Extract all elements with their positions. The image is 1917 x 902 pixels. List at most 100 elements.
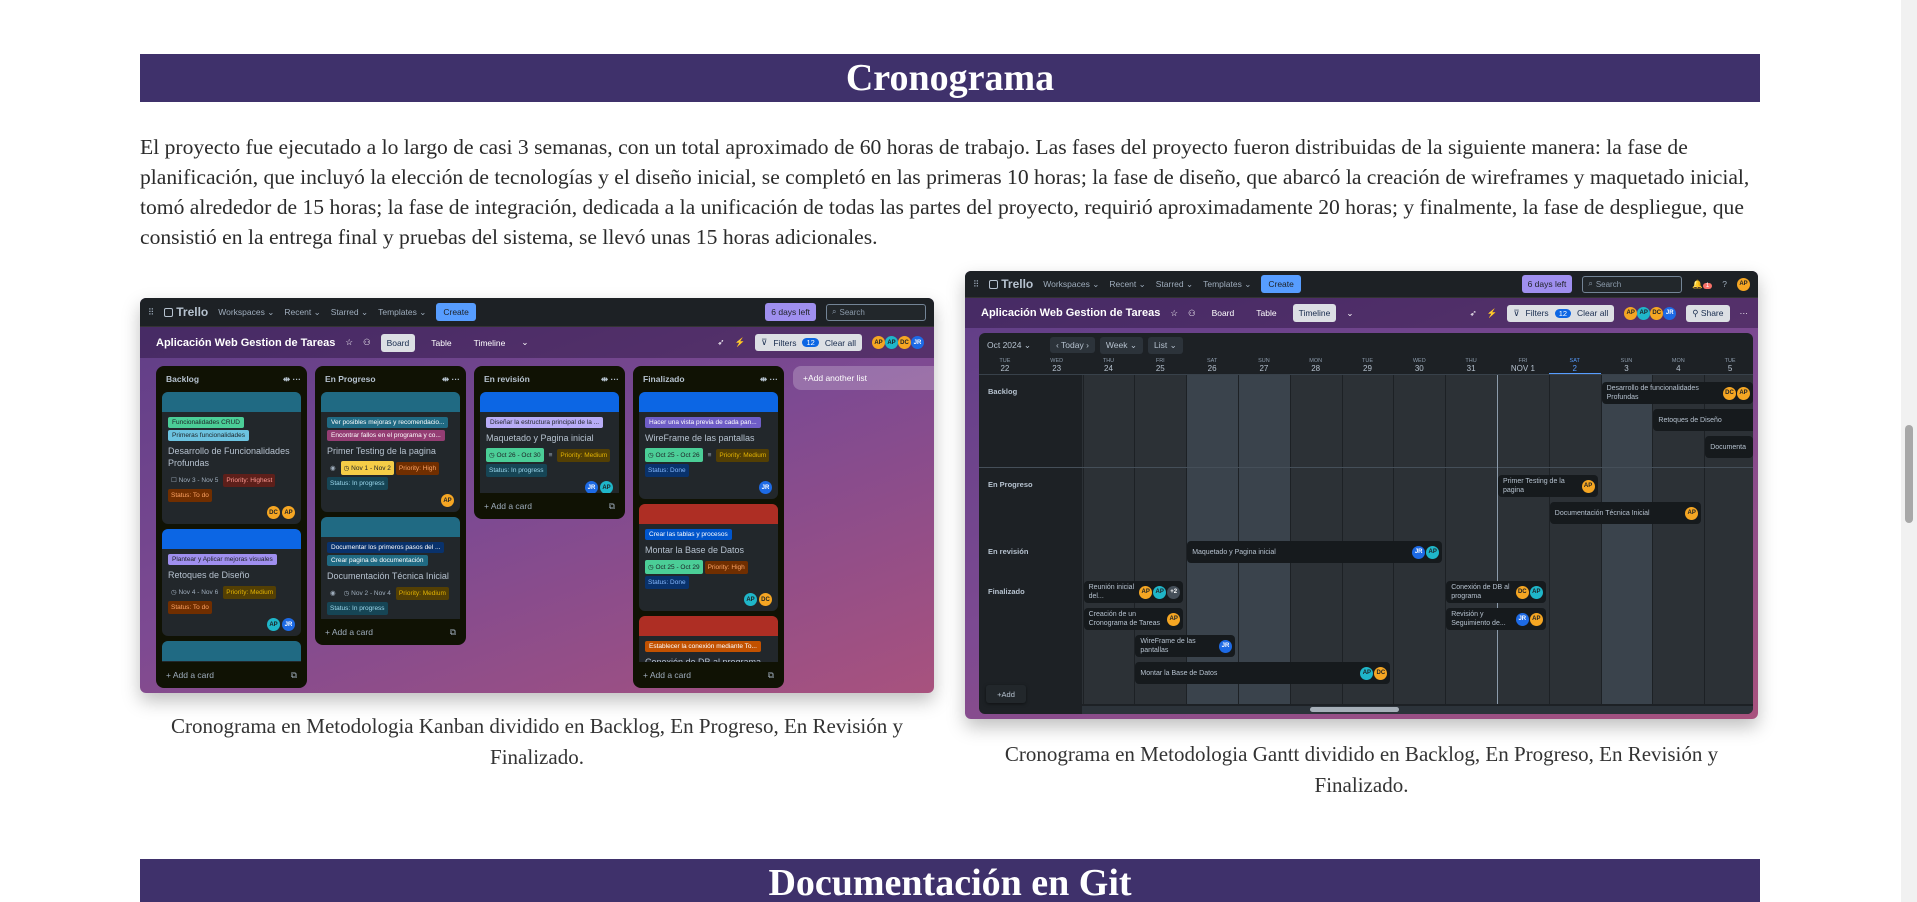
visibility-icon[interactable]: ⚇ <box>363 337 371 348</box>
add-button[interactable]: + Add <box>986 685 1026 703</box>
card[interactable]: Agregar últimos detalles a docume...Docu… <box>162 641 301 662</box>
avatar[interactable]: AP <box>1529 612 1543 626</box>
avatar[interactable]: AP <box>1139 585 1153 599</box>
trello-logo[interactable]: Trello <box>164 305 208 319</box>
view-tab-timeline[interactable]: Timeline <box>468 334 512 352</box>
card-label[interactable]: Ver posibles mejoras y recomendacio... <box>327 417 449 428</box>
collapse-icon[interactable]: ⇹ <box>601 374 610 384</box>
avatar[interactable]: DC <box>898 336 911 349</box>
chevron-down-icon[interactable]: ⌄ <box>521 337 528 348</box>
avatar[interactable]: DC <box>759 593 772 606</box>
card-label[interactable]: Encontrar fallos en el programa y co... <box>327 430 445 441</box>
filters-button[interactable]: ⊽ Filters 12 Clear all <box>1507 304 1615 322</box>
card-title[interactable]: Documentación Técnica Inicial <box>321 568 460 584</box>
card-label[interactable]: Primeras funcionalidades <box>168 430 249 441</box>
menu-workspaces[interactable]: Workspaces ⌄ <box>1043 279 1099 290</box>
avatar[interactable]: DC <box>1515 585 1529 599</box>
chevron-down-icon[interactable]: ⌄ <box>1346 308 1353 319</box>
avatar[interactable]: AP <box>1167 612 1181 626</box>
avatar[interactable]: AP <box>872 336 885 349</box>
timeline-bar[interactable]: Primer Testing de la pagina AP <box>1498 475 1598 497</box>
avatar[interactable]: JR <box>759 481 772 494</box>
avatar[interactable]: DC <box>1374 666 1388 680</box>
clear-all-button[interactable]: Clear all <box>1577 308 1608 318</box>
avatar[interactable]: AP <box>1736 386 1750 400</box>
timeline-bar[interactable]: Retoques de DiseñoAPJR <box>1653 409 1753 431</box>
card-label[interactable]: Crear pagina de documentación <box>327 555 428 566</box>
avatar[interactable]: AP <box>1360 666 1374 680</box>
horizontal-scrollbar[interactable] <box>1082 706 1753 714</box>
add-list-button[interactable]: + Add another list <box>793 366 934 390</box>
card[interactable]: Establecer la conexión mediante To... Con… <box>639 616 778 662</box>
board-members[interactable]: AP AP DC JR <box>1624 306 1677 320</box>
menu-starred[interactable]: Starred ⌄ <box>331 307 368 318</box>
avatar[interactable]: JR <box>585 481 598 493</box>
more-icon[interactable]: ··· <box>611 374 620 384</box>
rocket-icon[interactable]: ➶ <box>717 337 724 348</box>
more-icon[interactable]: ··· <box>293 374 302 384</box>
list-title[interactable]: Backlog <box>166 374 199 384</box>
avatar[interactable]: JR <box>282 618 295 631</box>
rocket-icon[interactable]: ➶ <box>1470 308 1477 319</box>
menu-starred[interactable]: Starred ⌄ <box>1156 279 1193 290</box>
avatar[interactable]: +2 <box>1167 585 1181 599</box>
star-icon[interactable]: ☆ <box>345 337 353 348</box>
timeline-bar[interactable]: Creación de un Cronograma de Tareas AP <box>1083 608 1184 630</box>
collapse-icon[interactable]: ⇹ <box>283 374 292 384</box>
add-card-button[interactable]: + Add a card ⧉ <box>321 619 460 645</box>
timeline-bar[interactable]: Documentación Técnica Inicial AP <box>1549 502 1702 524</box>
add-card-button[interactable]: + Add a card ⧉ <box>162 662 301 688</box>
avatar[interactable]: AP <box>441 494 454 507</box>
today-button[interactable]: Today <box>1061 340 1084 350</box>
board-title[interactable]: Aplicación Web Gestion de Tareas <box>156 337 335 349</box>
group-select[interactable]: List ⌄ <box>1147 336 1183 354</box>
create-button[interactable]: Create <box>1261 275 1301 293</box>
menu-recent[interactable]: Recent ⌄ <box>1109 279 1145 290</box>
filters-button[interactable]: ⊽ Filters 12 Clear all <box>755 334 862 351</box>
view-tab-table[interactable]: Table <box>1250 304 1282 322</box>
avatar[interactable]: AP <box>1737 277 1750 291</box>
star-icon[interactable]: ☆ <box>1170 308 1178 319</box>
avatar[interactable]: AP <box>600 481 613 493</box>
card-title[interactable]: Retoques de Diseño <box>162 567 301 583</box>
timeline-bar[interactable]: Documenta <box>1705 436 1753 458</box>
menu-recent[interactable]: Recent ⌄ <box>284 307 320 318</box>
board-members[interactable]: AP AP DC JR <box>872 336 924 349</box>
avatar[interactable]: DC <box>1722 386 1736 400</box>
automation-icon[interactable]: ⚡ <box>1487 308 1498 319</box>
search-input[interactable]: ⌕ Search <box>1582 275 1683 293</box>
more-icon[interactable]: ··· <box>452 374 461 384</box>
page-scrollbar[interactable] <box>1901 0 1917 902</box>
avatar[interactable]: AP <box>267 618 280 631</box>
more-icon[interactable]: ··· <box>770 374 779 384</box>
add-card-button[interactable]: + Add a card ⧉ <box>639 662 778 688</box>
card-label[interactable]: Hacer una vista previa de cada pan... <box>645 417 761 428</box>
card-title[interactable]: Desarrollo de Funcionalidades Profundas <box>162 443 301 471</box>
card[interactable]: Diseñar la estructura principal de la ..… <box>480 392 619 493</box>
card-title[interactable]: Primer Testing de la pagina <box>321 443 460 459</box>
avatar[interactable]: DC <box>1650 306 1664 320</box>
timeline-bar[interactable]: Reunión inicial del... AP AP +2 <box>1083 581 1184 603</box>
board-title[interactable]: Aplicación Web Gestion de Tareas <box>981 307 1160 319</box>
avatar[interactable]: AP <box>1624 306 1638 320</box>
template-icon[interactable]: ⧉ <box>768 670 774 681</box>
timeline-bar[interactable]: Montar la Base de Datos AP DC <box>1135 662 1391 684</box>
timeline-bar[interactable]: Maquetado y Pagina inicial JR AP <box>1187 541 1443 563</box>
view-tab-timeline[interactable]: Timeline <box>1292 304 1337 322</box>
avatar[interactable]: AP <box>282 506 295 519</box>
trial-button[interactable]: 6 days left <box>1521 275 1573 293</box>
apps-grid-icon[interactable]: ⠿ <box>148 307 154 318</box>
clear-all-button[interactable]: Clear all <box>825 338 856 348</box>
scrollbar-thumb[interactable] <box>1905 425 1913 523</box>
card-label[interactable]: Funcionalidades CRUD <box>168 417 244 428</box>
card[interactable]: Crear las tablas y procesos Montar la Bas… <box>639 504 778 611</box>
card-label[interactable]: Documentar los primeros pasos del ... <box>327 542 445 553</box>
timeline-bar[interactable]: Desarrollo de funcionalidades Profundas D… <box>1601 382 1753 404</box>
range-select[interactable]: Week ⌄ <box>1099 336 1143 354</box>
avatar[interactable]: AP <box>885 336 898 349</box>
card-title[interactable]: WireFrame de las pantallas <box>639 430 778 446</box>
card[interactable]: Ver posibles mejoras y recomendacio... En… <box>321 392 460 512</box>
view-tab-board[interactable]: Board <box>1206 304 1241 322</box>
menu-templates[interactable]: Templates ⌄ <box>1203 279 1251 290</box>
avatar[interactable]: JR <box>1515 612 1529 626</box>
